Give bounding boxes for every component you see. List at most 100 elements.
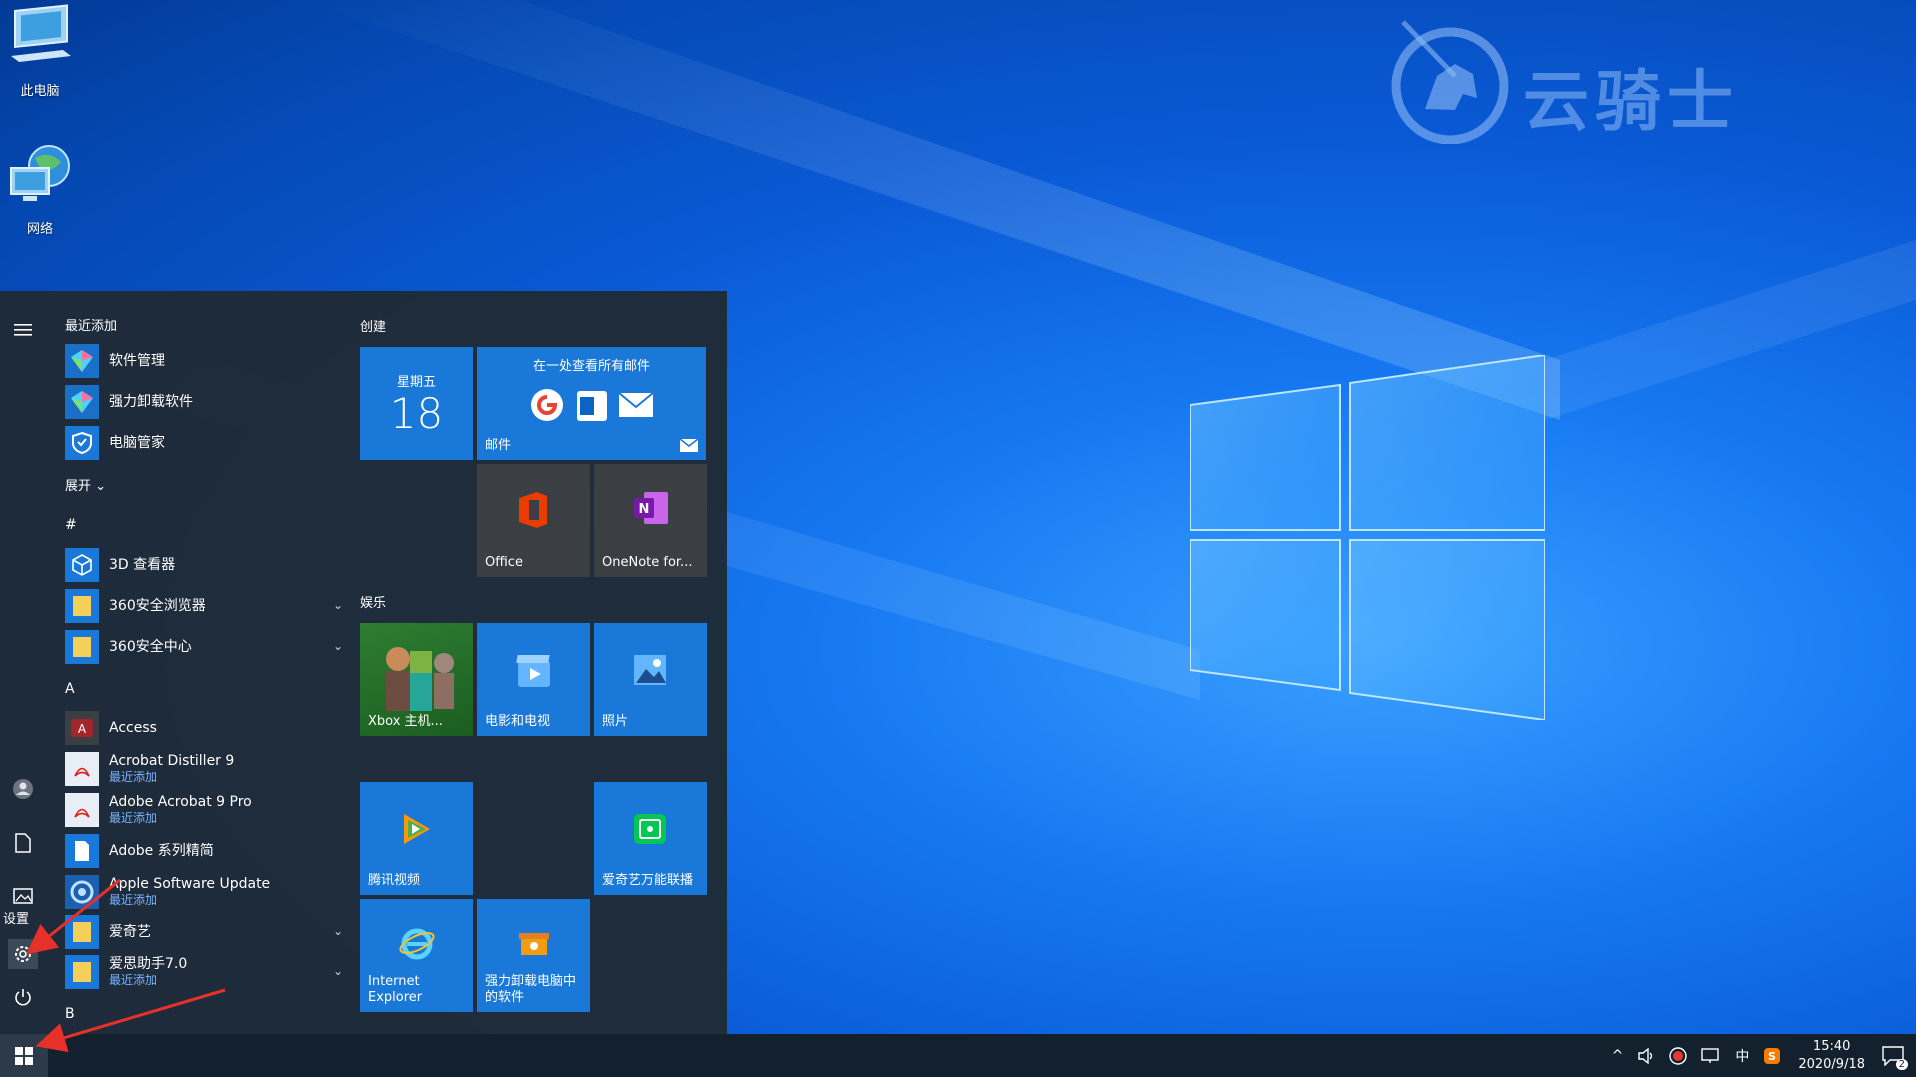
tencent-tile-label: 腾讯视频 xyxy=(368,873,421,888)
show-hidden-icons-button[interactable]: ^ xyxy=(1612,1048,1624,1064)
recent-header: 最近添加 xyxy=(65,319,118,334)
uninstall-software-tile[interactable]: 强力卸载电脑中的软件 xyxy=(477,899,590,1012)
section-header-b[interactable]: B xyxy=(65,1006,75,1022)
start-button[interactable] xyxy=(0,1034,48,1077)
tencent-video-icon xyxy=(404,814,430,844)
hamburger-menu-button[interactable] xyxy=(8,315,38,345)
app-label: 360安全浏览器 xyxy=(109,598,206,614)
section-header-a[interactable]: A xyxy=(65,681,75,697)
app-item-uninstaller[interactable]: 强力卸载软件 xyxy=(65,383,345,421)
action-center-button[interactable]: 2 xyxy=(1882,1045,1908,1070)
folder-icon xyxy=(65,955,99,989)
mail-tile[interactable]: 在一处查看所有邮件 邮件 xyxy=(477,347,706,460)
picture-icon xyxy=(13,888,33,904)
ie-tile-label: Internet Explorer xyxy=(368,974,423,1005)
software-manager-icon xyxy=(65,344,99,378)
tile-group-create: 创建 xyxy=(360,320,387,335)
app-sublabel: 最近添加 xyxy=(109,770,158,784)
chevron-down-icon: ⌄ xyxy=(95,479,107,494)
xbox-tile[interactable]: Xbox 主机... xyxy=(360,623,473,736)
knight-logo-icon xyxy=(1391,20,1509,145)
desktop-icon-label: 网络 xyxy=(26,222,53,237)
chevron-down-icon[interactable]: ⌄ xyxy=(333,598,343,612)
onenote-tile-label: OneNote for... xyxy=(602,555,693,570)
app-item-software-manager[interactable]: 软件管理 xyxy=(65,342,345,380)
notification-count-badge: 2 xyxy=(1895,1058,1908,1070)
sogou-ime-button[interactable]: S xyxy=(1763,1047,1781,1065)
app-folder-360-security[interactable]: 360安全中心 ⌄ xyxy=(65,628,345,666)
app-sublabel: 最近添加 xyxy=(109,811,158,825)
office-tile[interactable]: Office xyxy=(477,464,590,577)
app-item-pc-manager[interactable]: 电脑管家 xyxy=(65,424,345,462)
tencent-video-tile[interactable]: 腾讯视频 xyxy=(360,782,473,895)
input-method-button[interactable]: 中 xyxy=(1735,1046,1749,1066)
app-label: 爱思助手7.0 xyxy=(109,956,188,972)
settings-tooltip: 设置 xyxy=(3,912,30,927)
calendar-tile[interactable]: 星期五 18 xyxy=(360,347,473,460)
chevron-down-icon[interactable]: ⌄ xyxy=(333,964,343,978)
app-item-3d-viewer[interactable]: 3D 查看器 xyxy=(65,546,345,584)
internet-explorer-icon xyxy=(399,928,435,960)
document-icon xyxy=(15,833,31,853)
user-account-button[interactable] xyxy=(8,774,38,804)
onenote-tile[interactable]: N OneNote for... xyxy=(594,464,707,577)
internet-explorer-tile[interactable]: Internet Explorer xyxy=(360,899,473,1012)
apple-update-icon xyxy=(65,875,99,909)
app-item-access[interactable]: A Access xyxy=(65,709,345,747)
clock-time: 15:40 xyxy=(1812,1038,1851,1054)
power-button[interactable] xyxy=(8,982,38,1012)
app-label: Access xyxy=(109,720,157,736)
section-header-hash[interactable]: # xyxy=(65,517,77,533)
folder-icon xyxy=(65,589,99,623)
iqiyi-cast-tile[interactable]: 爱奇艺万能联播 xyxy=(594,782,707,895)
app-label: 软件管理 xyxy=(109,353,165,369)
app-label: Acrobat Distiller 9 xyxy=(109,753,235,769)
tile-area: 创建 星期五 18 在一处查看所有邮件 邮件 Office N OneNote … xyxy=(360,291,720,1034)
pictures-button[interactable] xyxy=(8,881,38,911)
xbox-characters-icon xyxy=(386,647,454,711)
app-sublabel: 最近添加 xyxy=(109,893,158,907)
movies-icon xyxy=(516,655,550,687)
uninstall-package-icon xyxy=(519,933,549,955)
app-folder-i4-assistant[interactable]: 爱思助手7.0 最近添加 ⌄ xyxy=(65,953,345,991)
office-tile-label: Office xyxy=(485,555,523,570)
app-item-acrobat-distiller[interactable]: Acrobat Distiller 9 最近添加 xyxy=(65,750,345,788)
chevron-down-icon[interactable]: ⌄ xyxy=(333,639,343,653)
photos-tile[interactable]: 照片 xyxy=(594,623,707,736)
app-item-acrobat-pro[interactable]: Adobe Acrobat 9 Pro 最近添加 xyxy=(65,791,345,829)
app-folder-iqiyi[interactable]: 爱奇艺 ⌄ xyxy=(65,913,345,951)
photos-icon xyxy=(634,655,666,685)
app-label: 360安全中心 xyxy=(109,639,192,655)
svg-text:A: A xyxy=(78,722,87,736)
iqiyi-cast-icon xyxy=(634,814,666,844)
network-status-button[interactable] xyxy=(1701,1047,1721,1064)
app-item-adobe-suite[interactable]: Adobe 系列精简 xyxy=(65,832,345,870)
photos-tile-label: 照片 xyxy=(602,714,629,729)
expand-toggle[interactable]: 展开 ⌄ xyxy=(65,475,106,494)
app-item-apple-software-update[interactable]: Apple Software Update 最近添加 xyxy=(65,873,345,911)
desktop-icon-this-pc[interactable]: 此电脑 xyxy=(0,4,80,99)
svg-text:N: N xyxy=(639,502,650,517)
sogou-icon: S xyxy=(1764,1047,1781,1064)
chevron-down-icon[interactable]: ⌄ xyxy=(333,924,343,938)
app-folder-360-browser[interactable]: 360安全浏览器 ⌄ xyxy=(65,587,345,625)
desktop-icon-network[interactable]: 网络 xyxy=(0,142,80,237)
app-label: 强力卸载软件 xyxy=(109,394,193,410)
documents-button[interactable] xyxy=(8,828,38,858)
clock[interactable]: 15:40 2020/9/18 xyxy=(1798,1038,1865,1074)
power-icon xyxy=(15,989,31,1006)
mail-icon xyxy=(680,439,698,452)
hamburger-icon xyxy=(14,324,32,336)
shield-icon xyxy=(65,426,99,460)
settings-button[interactable] xyxy=(8,939,38,969)
xbox-tile-label: Xbox 主机... xyxy=(368,714,443,729)
volume-button[interactable] xyxy=(1637,1047,1655,1064)
app-label: Adobe Acrobat 9 Pro xyxy=(109,794,252,810)
app-label: Apple Software Update xyxy=(109,876,271,892)
cube-icon xyxy=(65,548,99,582)
movies-tv-tile[interactable]: 电影和电视 xyxy=(477,623,590,736)
svg-text:S: S xyxy=(1768,1050,1776,1063)
calendar-day: 18 xyxy=(389,389,444,438)
app-sublabel: 最近添加 xyxy=(109,973,158,987)
record-button[interactable] xyxy=(1669,1046,1688,1065)
